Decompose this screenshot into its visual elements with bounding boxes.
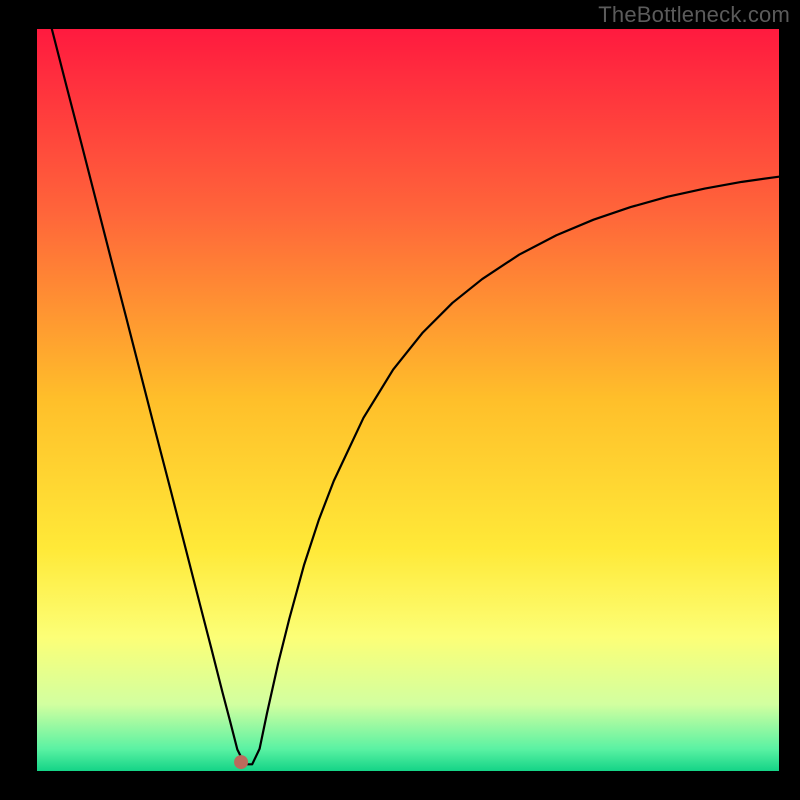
chart-svg (0, 0, 800, 800)
chart-frame: TheBottleneck.com (0, 0, 800, 800)
watermark-text: TheBottleneck.com (598, 2, 790, 28)
optimal-point-marker (234, 755, 248, 769)
